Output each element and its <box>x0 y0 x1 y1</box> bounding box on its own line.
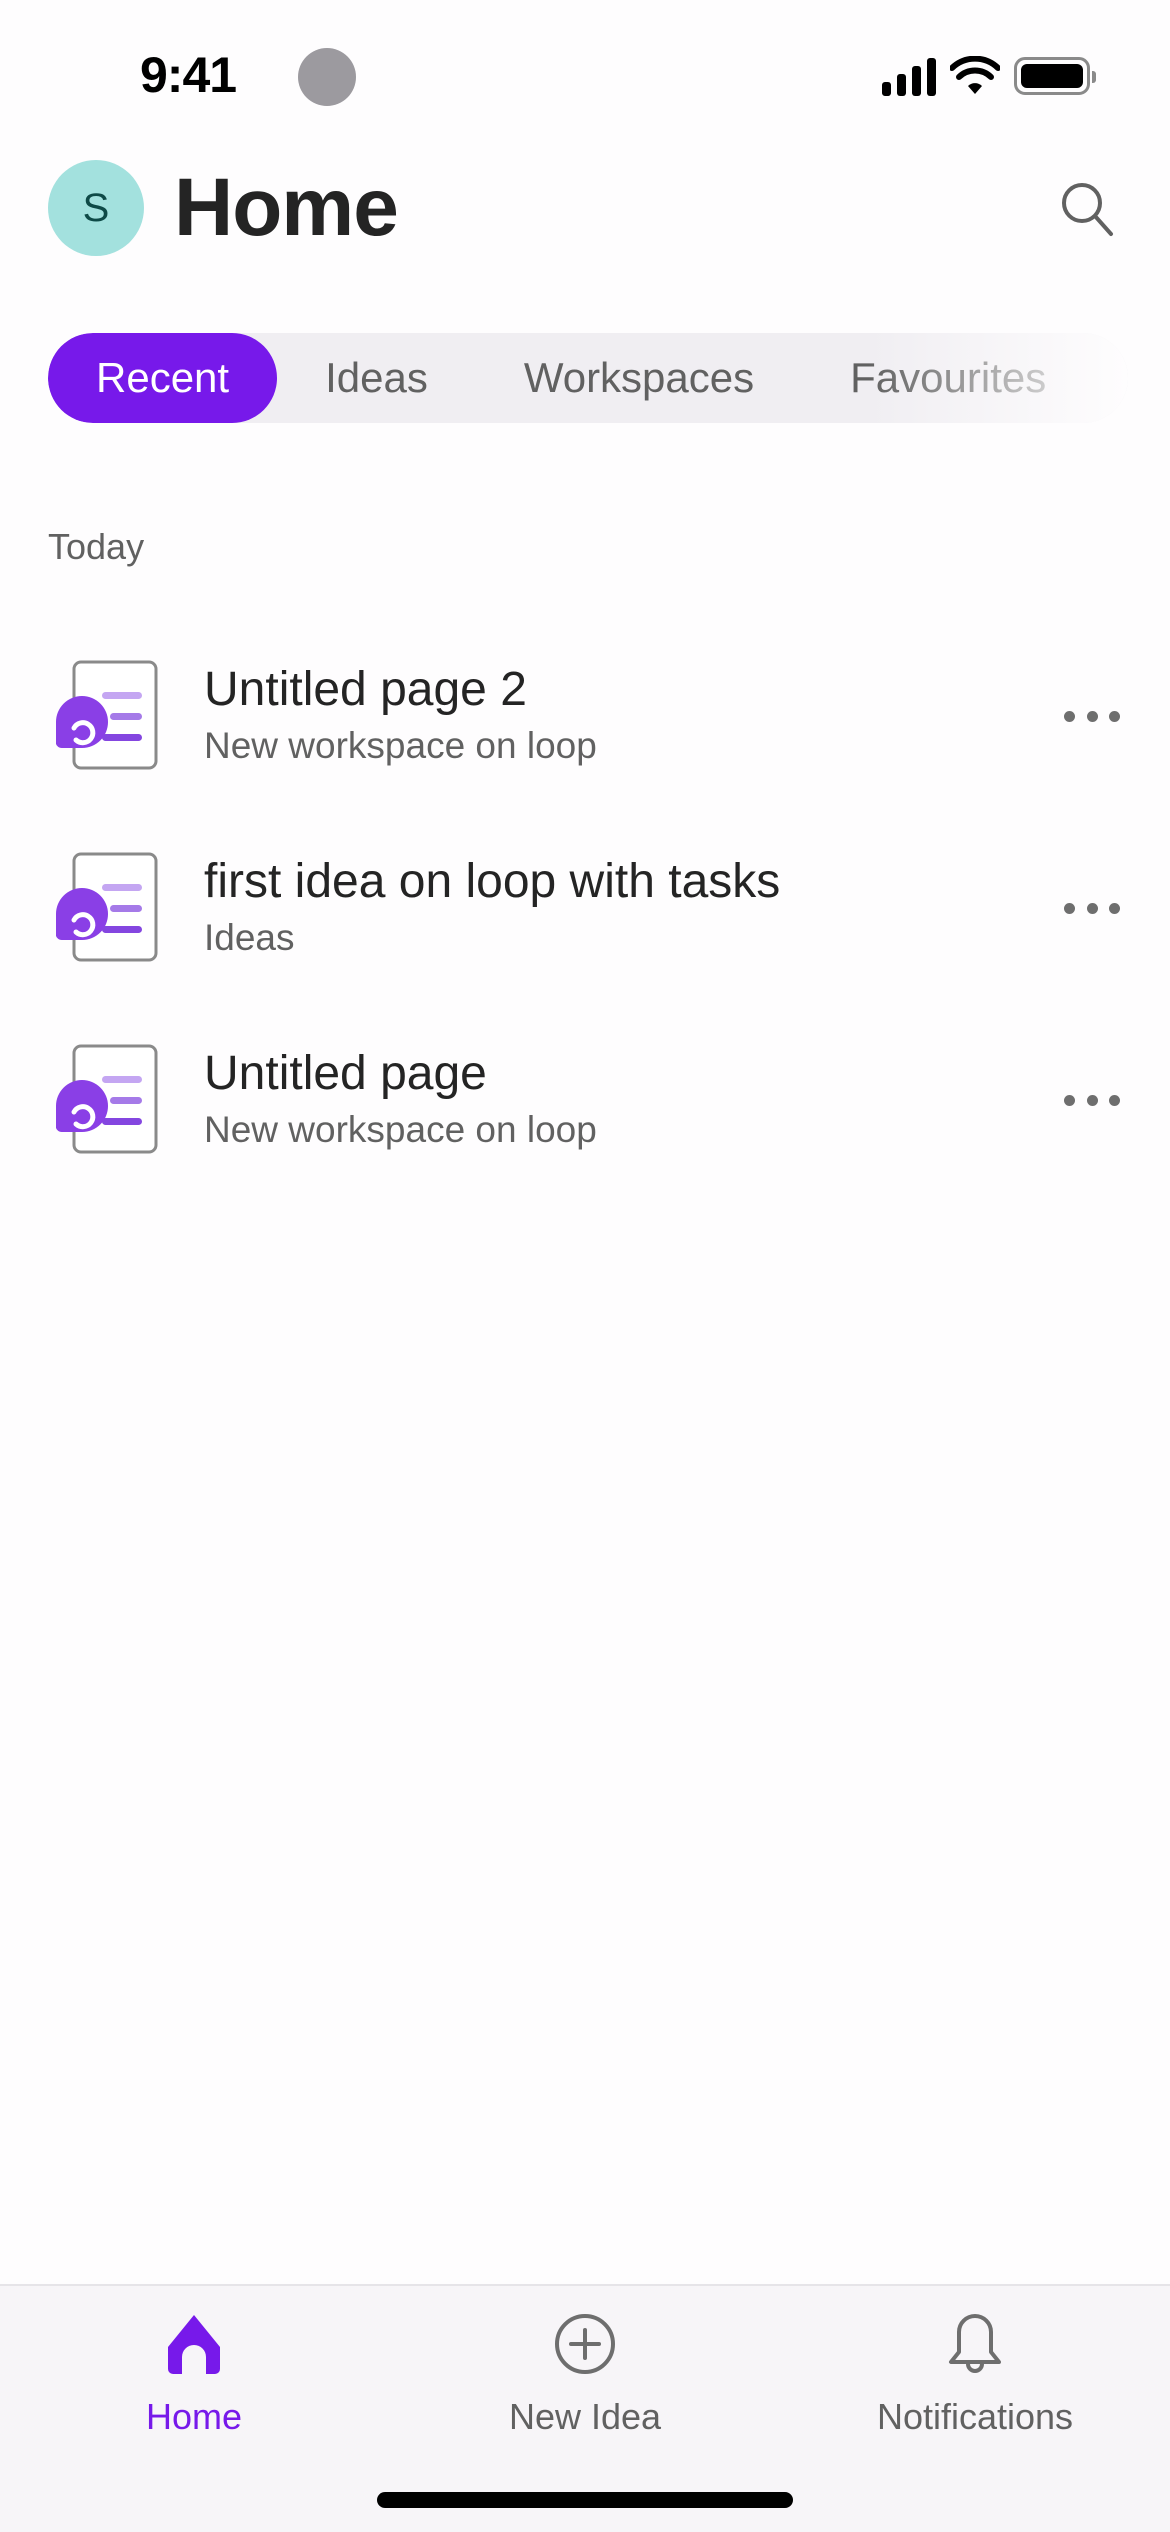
search-button[interactable] <box>1052 173 1122 243</box>
battery-icon <box>1014 57 1096 95</box>
avatar[interactable]: S <box>48 160 144 256</box>
search-icon <box>1062 183 1113 236</box>
nav-new-idea-label: New Idea <box>508 2396 662 2437</box>
status-icons <box>882 56 1096 96</box>
bell-icon <box>949 2314 1001 2373</box>
tab-workspaces[interactable]: Workspaces <box>476 333 802 423</box>
item-title: first idea on loop with tasks <box>204 855 781 908</box>
wifi-icon <box>950 56 1000 94</box>
loop-page-icon <box>56 852 158 962</box>
tab-ideas[interactable]: Ideas <box>277 333 476 423</box>
home-indicator <box>377 2492 793 2508</box>
tab-favourites[interactable]: Favourites <box>802 333 1094 423</box>
loop-page-icon <box>56 660 158 770</box>
loop-page-icon <box>56 1044 158 1154</box>
section-label-today: Today <box>48 526 145 567</box>
nav-notifications[interactable]: Notifications <box>825 2286 1125 2456</box>
more-options-button[interactable] <box>1062 888 1122 928</box>
nav-home[interactable]: Home <box>44 2286 344 2456</box>
header: S Home <box>48 158 1122 258</box>
item-title: Untitled page 2 <box>204 663 527 716</box>
nav-new-idea[interactable]: New Idea <box>435 2286 735 2456</box>
nav-notifications-label: Notifications <box>876 2396 1074 2437</box>
list-item[interactable]: Untitled page 2 New workspace on loop <box>0 620 1170 812</box>
home-icon <box>168 2315 220 2374</box>
nav-home-label: Home <box>145 2396 243 2437</box>
item-subtitle: New workspace on loop <box>204 725 597 766</box>
add-circle-icon <box>555 2314 615 2374</box>
list-item[interactable]: Untitled page New workspace on loop <box>0 1004 1170 1196</box>
status-time: 9:41 <box>140 47 237 103</box>
list-item[interactable]: first idea on loop with tasks Ideas <box>0 812 1170 1004</box>
item-title: Untitled page <box>204 1047 487 1100</box>
tab-recent[interactable]: Recent <box>48 333 278 423</box>
status-bar: 9:41 <box>0 0 1170 150</box>
item-subtitle: New workspace on loop <box>204 1109 597 1150</box>
page-title: Home <box>174 162 399 253</box>
filter-tabs: Recent Ideas Workspaces Favourites <box>48 333 1128 423</box>
recent-list: Untitled page 2 New workspace on loop fi… <box>0 620 1170 1196</box>
more-options-button[interactable] <box>1062 1080 1122 1120</box>
item-subtitle: Ideas <box>204 917 295 958</box>
cellular-signal-icon <box>882 56 936 96</box>
more-options-button[interactable] <box>1062 696 1122 736</box>
camera-indicator-icon <box>298 48 356 106</box>
